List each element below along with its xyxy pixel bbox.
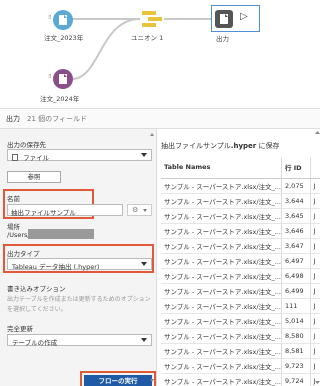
cell-table-name: サンプル - スーパーストア.xlsx/注文_...: [161, 178, 282, 194]
flow-canvas[interactable]: ⠿ 注文_2023年 ⠿ 注文_2024年 ユニオン 1 ▷ 出力: [0, 0, 320, 110]
settings-icon: ⚙: [132, 206, 139, 214]
table-row[interactable]: サンプル - スーパーストア.xlsx/注文_... 8,581 J: [161, 343, 320, 359]
file-icon: [12, 154, 18, 161]
field-count: 21 個のフィールド: [27, 115, 87, 123]
redacted-path: [28, 229, 94, 239]
column-header-row-id[interactable]: 行 ID: [280, 157, 311, 179]
table-row[interactable]: サンプル - スーパーストア.xlsx/注文_... 6,498 J: [161, 268, 320, 284]
output-settings-panel: 出力の保存先 ファイル 参照 名前 抽出ファイルサンプル ⚙ 場所 /Users…: [0, 129, 157, 386]
preview-title-name: 抽出ファイルサンプル: [161, 142, 231, 150]
table-row[interactable]: サンプル - スーパーストア.xlsx/注文_... 9,724 J: [161, 373, 320, 386]
csv-file-icon: [53, 69, 73, 89]
table-row[interactable]: サンプル - スーパーストア.xlsx/注文_... 3,645 J: [161, 208, 320, 224]
location-label: 場所: [7, 223, 20, 231]
chevron-down-icon: [141, 262, 147, 266]
write-option-label: 書き込みオプション: [7, 285, 66, 293]
cell-row-id: 8,581: [280, 343, 311, 359]
preview-title: 抽出ファイルサンプル.hyper に保存: [161, 141, 279, 151]
union-node[interactable]: [140, 10, 164, 30]
table-row[interactable]: サンプル - スーパーストア.xlsx/注文_... 6,499 J: [161, 283, 320, 299]
cell-table-name: サンプル - スーパーストア.xlsx/注文_...: [161, 298, 282, 314]
cell-table-name: サンプル - スーパーストア.xlsx/注文_...: [161, 343, 282, 359]
table-header-row: Table Names 行 ID: [161, 157, 320, 179]
refresh-mode-value: テーブルの作成: [12, 339, 58, 347]
table-row[interactable]: サンプル - スーパーストア.xlsx/注文_... 5,014 J: [161, 313, 320, 329]
play-icon[interactable]: ▷: [240, 11, 248, 22]
refresh-mode-select[interactable]: テーブルの作成: [7, 334, 152, 347]
node-label-union: ユニオン 1: [131, 34, 164, 42]
cell-row-id: 8,580: [280, 328, 311, 344]
cell-row-id: 9,724: [280, 373, 311, 386]
chevron-down-icon: [141, 338, 147, 342]
save-to-label: 出力の保存先: [7, 141, 46, 149]
preview-table[interactable]: Table Names 行 ID サンプル - スーパーストア.xlsx/注文_…: [161, 157, 320, 386]
save-to-value: ファイル: [23, 154, 50, 162]
csv-file-icon: [53, 10, 73, 30]
cell-row-id: 6,498: [280, 268, 311, 284]
browse-button[interactable]: 参照: [7, 171, 61, 183]
output-type-label: 出力タイプ: [7, 250, 40, 258]
chevron-down-icon: [141, 153, 147, 157]
save-to-select[interactable]: ファイル: [7, 149, 152, 162]
settings-scrollbar[interactable]: [149, 131, 155, 384]
preview-title-suffix: に保存: [256, 142, 280, 150]
output-node[interactable]: [214, 9, 234, 31]
cell-table-name: サンプル - スーパーストア.xlsx/注文_...: [161, 253, 282, 269]
cell-table-name: サンプル - スーパーストア.xlsx/注文_...: [161, 358, 282, 374]
node-label-2024: 注文_2024年: [40, 95, 80, 103]
table-row[interactable]: サンプル - スーパーストア.xlsx/注文_... 3,646 J: [161, 223, 320, 239]
write-option-note: 出力テーブルを作成または更新するためのオプションを選択してください。: [7, 296, 151, 313]
input-node-2023[interactable]: [52, 9, 74, 33]
drag-handle-icon[interactable]: ⠿: [48, 74, 52, 80]
cell-row-id: 6,499: [280, 283, 311, 299]
cell-table-name: サンプル - スーパーストア.xlsx/注文_...: [161, 373, 282, 386]
cell-row-id: 3,645: [280, 208, 311, 224]
table-row[interactable]: サンプル - スーパーストア.xlsx/注文_... 8,580 J: [161, 328, 320, 344]
output-type-select[interactable]: Tableau データ抽出 (.hyper): [7, 258, 152, 271]
cell-row-id: 111: [280, 298, 311, 314]
input-node-2024[interactable]: [52, 68, 74, 92]
step-title: 出力: [6, 115, 20, 123]
node-label-output: 出力: [216, 35, 229, 43]
run-flow-button[interactable]: フローの実行: [84, 375, 152, 386]
table-row[interactable]: サンプル - スーパーストア.xlsx/注文_... 3,644 J: [161, 193, 320, 209]
output-file-icon: [215, 10, 233, 28]
cell-row-id: 3,644: [280, 193, 311, 209]
table-row[interactable]: サンプル - スーパーストア.xlsx/注文_... 111 J: [161, 298, 320, 314]
table-row[interactable]: サンプル - スーパーストア.xlsx/注文_... 2,075 J: [161, 178, 320, 194]
refresh-mode-label: 完全更新: [7, 325, 33, 333]
cell-row-id: 6,497: [280, 253, 311, 269]
output-step-header: 出力 21 個のフィールド: [0, 108, 320, 129]
output-type-value: Tableau データ抽出 (.hyper): [12, 263, 100, 271]
cell-row-id: 2,075: [280, 178, 311, 194]
preview-scrollbar[interactable]: [315, 129, 320, 386]
node-label-2023: 注文_2023年: [44, 34, 84, 42]
cell-table-name: サンプル - スーパーストア.xlsx/注文_...: [161, 313, 282, 329]
column-header-table-names[interactable]: Table Names: [161, 157, 282, 179]
cell-table-name: サンプル - スーパーストア.xlsx/注文_...: [161, 268, 282, 284]
name-label: 名前: [7, 195, 20, 203]
cell-table-name: サンプル - スーパーストア.xlsx/注文_...: [161, 238, 282, 254]
preview-panel: 抽出ファイルサンプル.hyper に保存 Table Names 行 ID サン…: [157, 129, 320, 386]
name-input[interactable]: 抽出ファイルサンプル: [7, 204, 123, 217]
cell-table-name: サンプル - スーパーストア.xlsx/注文_...: [161, 283, 282, 299]
preview-title-ext: .hyper: [230, 142, 257, 150]
drag-handle-icon[interactable]: ⠿: [48, 15, 52, 21]
table-row[interactable]: サンプル - スーパーストア.xlsx/注文_... 6,497 J: [161, 253, 320, 269]
cell-table-name: サンプル - スーパーストア.xlsx/注文_...: [161, 193, 282, 209]
cell-table-name: サンプル - スーパーストア.xlsx/注文_...: [161, 328, 282, 344]
cell-table-name: サンプル - スーパーストア.xlsx/注文_...: [161, 208, 282, 224]
cell-row-id: 3,647: [280, 238, 311, 254]
cell-table-name: サンプル - スーパーストア.xlsx/注文_...: [161, 223, 282, 239]
cell-row-id: 9,723: [280, 358, 311, 374]
cell-row-id: 5,014: [280, 313, 311, 329]
table-row[interactable]: サンプル - スーパーストア.xlsx/注文_... 9,723 J: [161, 358, 320, 374]
table-row[interactable]: サンプル - スーパーストア.xlsx/注文_... 3,647 J: [161, 238, 320, 254]
location-value: /Users/: [7, 231, 30, 239]
chevron-down-icon: [143, 209, 147, 212]
cell-row-id: 3,646: [280, 223, 311, 239]
union-icon: [142, 11, 162, 27]
